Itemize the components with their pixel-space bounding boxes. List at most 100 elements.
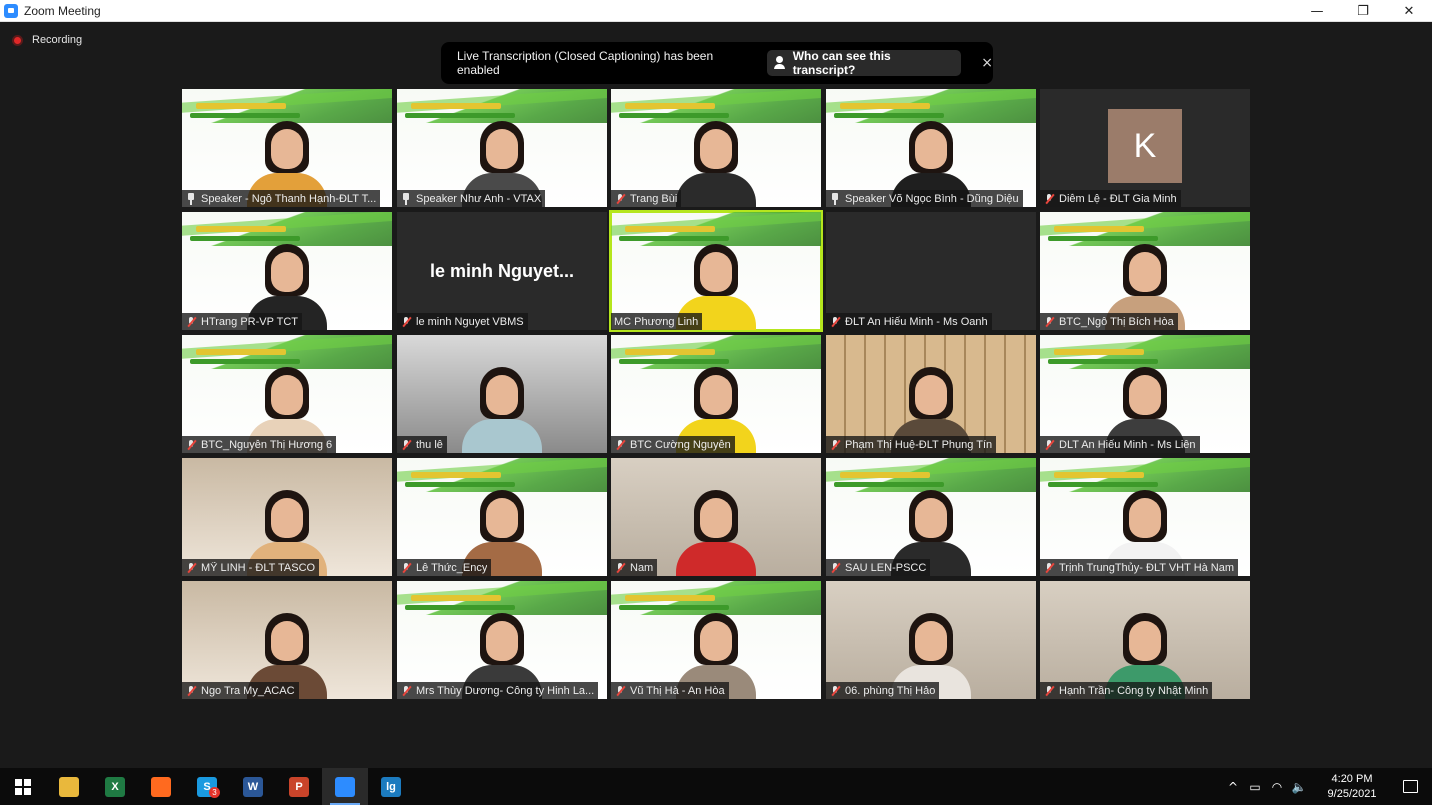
participant-tile[interactable]: BTC_Ngô Thị Bích Hòa: [1040, 212, 1250, 330]
pin-icon: [400, 192, 412, 205]
participant-name: DLT An Hiếu Minh - Ms Liên: [1059, 438, 1196, 451]
participant-tile[interactable]: Trịnh TrungThủy- ĐLT VHT Hà Nam: [1040, 458, 1250, 576]
system-tray: ^ ▭ ◠ 🔈 4:20 PM 9/25/2021: [1222, 768, 1432, 805]
mic-muted-icon: [185, 562, 197, 574]
taskbar-app-button[interactable]: [322, 768, 368, 805]
record-icon: [12, 34, 23, 46]
participant-name: BTC_Ngô Thị Bích Hòa: [1059, 315, 1174, 328]
mic-muted-icon: [400, 439, 412, 451]
participant-name: MỸ LINH - ĐLT TASCO: [201, 561, 316, 574]
participant-name: Trịnh TrungThủy- ĐLT VHT Hà Nam: [1059, 561, 1235, 574]
participant-name: SAU LEN-PSCC: [845, 561, 927, 574]
system-clock[interactable]: 4:20 PM 9/25/2021: [1316, 772, 1388, 802]
file-explorer-icon: [59, 776, 79, 797]
volume-icon[interactable]: 🔈: [1288, 768, 1310, 805]
participant-name: Phạm Thị Huệ-ĐLT Phụng Tín: [845, 438, 993, 451]
participant-tile[interactable]: ĐLT An Hiếu Minh - Ms Oanh: [826, 212, 1036, 330]
participant-tile[interactable]: DLT An Hiếu Minh - Ms Liên: [1040, 335, 1250, 453]
recording-indicator[interactable]: Recording: [12, 34, 82, 46]
participant-tile[interactable]: BTC Cường Nguyễn: [611, 335, 821, 453]
pin-icon: [829, 192, 841, 205]
participant-tile[interactable]: Lê Thức_Ency: [397, 458, 607, 576]
participant-tile[interactable]: 06. phùng Thị Hảo: [826, 581, 1036, 699]
participant-name: Diễm Lệ - ĐLT Gia Minh: [1059, 192, 1177, 205]
participant-tile[interactable]: Speaker Võ Ngọc Bình - Dũng Diệu: [826, 89, 1036, 207]
participant-tile[interactable]: Ngo Tra My_ACAC: [182, 581, 392, 699]
word-icon: W: [243, 776, 263, 797]
participant-name-label: Phạm Thị Huệ-ĐLT Phụng Tín: [826, 436, 997, 453]
meeting-area: Recording Live Transcription (Closed Cap…: [0, 22, 1432, 768]
firefox-icon: [151, 776, 171, 797]
participant-name-label: Nam: [611, 559, 658, 576]
participant-name-label: Vũ Thị Hà - An Hòa: [611, 682, 729, 699]
participant-tile[interactable]: Phạm Thị Huệ-ĐLT Phụng Tín: [826, 335, 1036, 453]
action-center-button[interactable]: [1388, 768, 1432, 805]
taskbar-app-button[interactable]: [138, 768, 184, 805]
window-title: Zoom Meeting: [24, 3, 101, 18]
taskbar-app-button[interactable]: W: [230, 768, 276, 805]
pin-icon: [185, 192, 197, 205]
participant-tile[interactable]: BTC_Nguyễn Thị Hương 6: [182, 335, 392, 453]
participant-tile[interactable]: K Diễm Lệ - ĐLT Gia Minh: [1040, 89, 1250, 207]
participant-tile[interactable]: thu lê: [397, 335, 607, 453]
mic-muted-icon: [400, 316, 412, 328]
participant-name-label: Lê Thức_Ency: [397, 559, 492, 576]
participant-tile[interactable]: Nam: [611, 458, 821, 576]
participant-name-label: DLT An Hiếu Minh - Ms Liên: [1040, 436, 1200, 453]
participant-tile[interactable]: Mrs Thùy Dương- Công ty Hinh La...: [397, 581, 607, 699]
mic-muted-icon: [829, 439, 841, 451]
participant-tile[interactable]: Speaker - Ngô Thanh Hạnh-ĐLT T...: [182, 89, 392, 207]
gallery-view: Speaker - Ngô Thanh Hạnh-ĐLT T... Speaker…: [182, 89, 1250, 699]
participant-name-label: MỸ LINH - ĐLT TASCO: [182, 559, 320, 576]
participant-name-label: thu lê: [397, 436, 447, 453]
participant-name-label: BTC_Ngô Thị Bích Hòa: [1040, 313, 1178, 330]
show-hidden-icons-chevron-icon[interactable]: ^: [1222, 768, 1244, 805]
participant-name: Speaker Như Anh - VTAX: [416, 192, 542, 205]
participant-name-label: 06. phùng Thị Hảo: [826, 682, 940, 699]
participant-tile[interactable]: MỸ LINH - ĐLT TASCO: [182, 458, 392, 576]
caption-message: Live Transcription (Closed Captioning) h…: [457, 49, 714, 77]
close-banner-button[interactable]: ×: [981, 55, 993, 71]
participant-tile[interactable]: Speaker Như Anh - VTAX: [397, 89, 607, 207]
minimize-button[interactable]: —: [1294, 0, 1340, 22]
participant-name: ĐLT An Hiếu Minh - Ms Oanh: [845, 315, 988, 328]
participant-tile[interactable]: HTrang PR-VP TCT: [182, 212, 392, 330]
participant-tile[interactable]: Trang Bùi: [611, 89, 821, 207]
participant-tile[interactable]: Vũ Thị Hà - An Hòa: [611, 581, 821, 699]
maximize-button[interactable]: ❐: [1340, 0, 1386, 22]
who-can-see-label: Who can see this transcript?: [792, 49, 891, 77]
participant-name: Speaker - Ngô Thanh Hạnh-ĐLT T...: [201, 192, 377, 205]
participant-tile[interactable]: SAU LEN-PSCC: [826, 458, 1036, 576]
mic-muted-icon: [185, 439, 197, 451]
avatar: K: [1108, 109, 1182, 183]
mic-muted-icon: [829, 685, 841, 697]
participant-name-label: Mrs Thùy Dương- Công ty Hinh La...: [397, 682, 599, 699]
taskbar-app-button[interactable]: P: [276, 768, 322, 805]
participant-name-label: SAU LEN-PSCC: [826, 559, 931, 576]
participant-name: Vũ Thị Hà - An Hòa: [630, 684, 725, 697]
taskbar-app-button[interactable]: X: [92, 768, 138, 805]
mic-muted-icon: [614, 685, 626, 697]
participant-name-label: Speaker Như Anh - VTAX: [397, 190, 546, 207]
taskbar-app-button[interactable]: S3: [184, 768, 230, 805]
participant-name: Mrs Thùy Dương- Công ty Hinh La...: [416, 684, 595, 697]
who-can-see-transcript-button[interactable]: Who can see this transcript?: [766, 49, 962, 77]
participant-tile[interactable]: MC Phương Linh: [609, 210, 823, 332]
close-window-button[interactable]: ✕: [1386, 0, 1432, 22]
participant-tile[interactable]: Hạnh Trần- Công ty Nhật Minh: [1040, 581, 1250, 699]
taskbar-app-button[interactable]: lg: [368, 768, 414, 805]
taskbar-app-button[interactable]: [46, 768, 92, 805]
wifi-icon[interactable]: ◠: [1266, 768, 1288, 805]
recording-label: Recording: [32, 34, 83, 46]
mic-muted-icon: [1043, 562, 1055, 574]
participant-name-label: BTC_Nguyễn Thị Hương 6: [182, 436, 337, 453]
participant-name-label: Trang Bùi: [611, 190, 682, 207]
battery-icon[interactable]: ▭: [1244, 768, 1266, 805]
window-titlebar: Zoom Meeting — ❐ ✕: [0, 0, 1432, 22]
windows-taskbar: X S 3 W Plg ^ ▭ ◠ 🔈 4:20 PM 9/25/2021: [0, 768, 1432, 805]
mic-muted-icon: [829, 316, 841, 328]
participant-tile[interactable]: le minh Nguyet... le minh Nguyet VBMS: [397, 212, 607, 330]
start-button[interactable]: [0, 768, 46, 805]
clock-date: 9/25/2021: [1327, 787, 1377, 800]
clock-time: 4:20 PM: [1331, 772, 1373, 785]
